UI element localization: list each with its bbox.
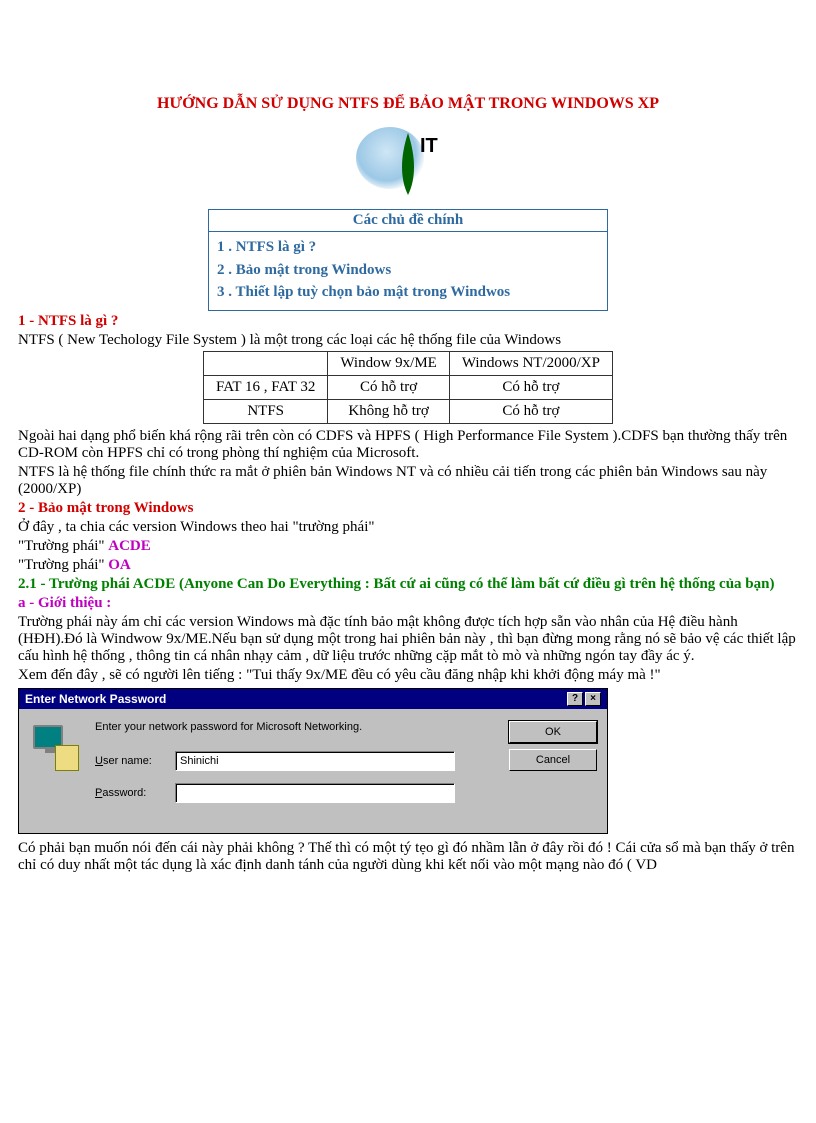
username-field[interactable] <box>175 751 455 771</box>
username-label: User name: <box>95 755 175 767</box>
cancel-button[interactable]: Cancel <box>509 749 597 771</box>
dialog-message: Enter your network password for Microsof… <box>95 721 495 733</box>
section2-subheading: 2.1 - Trường phái ACDE (Anyone Can Do Ev… <box>18 576 774 592</box>
table-cell: Có hỗ trợ <box>328 375 449 399</box>
section2-p1: Ở đây , ta chia các version Windows theo… <box>18 519 798 536</box>
close-icon[interactable]: × <box>585 692 601 706</box>
table-col-header: Windows NT/2000/XP <box>449 351 612 375</box>
page-title: HƯỚNG DẪN SỬ DỤNG NTFS ĐỂ BẢO MẬT TRONG … <box>18 95 798 113</box>
section1-intro: NTFS ( New Techology File System ) là mộ… <box>18 332 798 349</box>
toc-header: Các chủ đề chính <box>209 210 607 232</box>
section2-p3: Xem đến đây , sẽ có người lên tiếng : "T… <box>18 667 798 684</box>
computer-icon <box>33 725 81 773</box>
logo-icon: IT <box>348 123 468 198</box>
help-icon[interactable]: ? <box>567 692 583 706</box>
table-cell: Không hỗ trợ <box>328 399 449 423</box>
closing-paragraph: Có phải bạn muốn nói đến cái này phải kh… <box>18 840 798 874</box>
toc-body: 1 . NTFS là gì ? 2 . Bảo mật trong Windo… <box>209 232 607 310</box>
section2-p2: Trường phái này ám chỉ các version Windo… <box>18 614 798 665</box>
network-password-dialog: Enter Network Password ? × Enter your ne… <box>18 688 608 834</box>
toc-item[interactable]: 2 . Bảo mật trong Windows <box>217 259 599 282</box>
logo-container: IT <box>18 123 798 203</box>
table-row-label: NTFS <box>204 399 328 423</box>
section1-heading: 1 - NTFS là gì ? <box>18 313 118 329</box>
table-cell: Có hỗ trợ <box>449 375 612 399</box>
toc-item[interactable]: 1 . NTFS là gì ? <box>217 236 599 259</box>
dialog-title-text: Enter Network Password <box>25 692 166 706</box>
table-col-header: Window 9x/ME <box>328 351 449 375</box>
line-acde: "Trường phái" ACDE <box>18 538 798 555</box>
table-row-label: FAT 16 , FAT 32 <box>204 375 328 399</box>
compat-table: Window 9x/ME Windows NT/2000/XP FAT 16 ,… <box>203 351 613 424</box>
password-field[interactable] <box>175 783 455 803</box>
ok-button[interactable]: OK <box>509 721 597 743</box>
section1-p1: Ngoài hai dạng phổ biến khá rộng rãi trê… <box>18 428 798 462</box>
password-label: Password: <box>95 787 175 799</box>
toc-item[interactable]: 3 . Thiết lập tuỳ chọn bảo mật trong Win… <box>217 281 599 304</box>
toc-box: Các chủ đề chính 1 . NTFS là gì ? 2 . Bả… <box>208 209 608 311</box>
table-cell: Có hỗ trợ <box>449 399 612 423</box>
line-oa: "Trường phái" OA <box>18 557 798 574</box>
intro-a-label: a - Giới thiệu : <box>18 595 111 611</box>
section2-heading: 2 - Bảo mật trong Windows <box>18 500 193 516</box>
dialog-titlebar: Enter Network Password ? × <box>19 689 607 709</box>
logo-text: IT <box>420 135 438 158</box>
section1-p2: NTFS là hệ thống file chính thức ra mắt … <box>18 464 798 498</box>
